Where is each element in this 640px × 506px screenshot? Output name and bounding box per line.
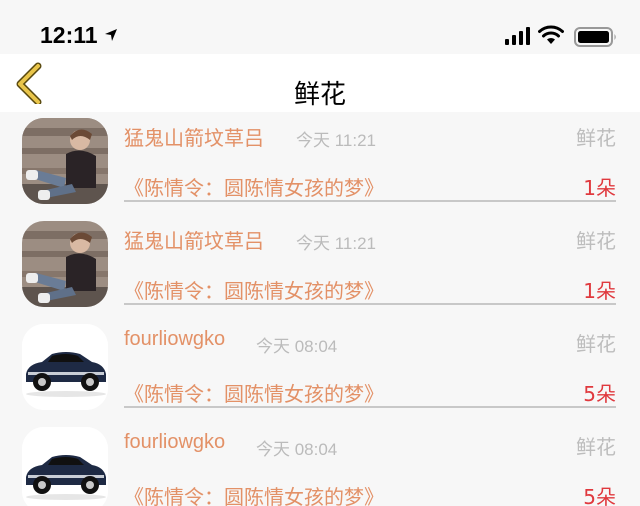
send-time: 今天 11:21 bbox=[296, 131, 377, 150]
person-photo bbox=[22, 221, 108, 307]
avatar[interactable] bbox=[22, 427, 108, 506]
list-item[interactable]: fourliowgko 今天 08:04 鲜花 《陈情令：圆陈情女孩的梦》 5朵 bbox=[0, 318, 640, 421]
send-time: 今天 11:21 bbox=[296, 234, 377, 253]
wifi-icon bbox=[538, 25, 564, 44]
avatar[interactable] bbox=[22, 221, 108, 307]
flower-count: 1朵 bbox=[583, 176, 616, 200]
gift-type: 鲜花 bbox=[576, 126, 616, 150]
row-divider bbox=[124, 200, 616, 202]
gift-type: 鲜花 bbox=[576, 332, 616, 356]
row-divider bbox=[124, 406, 616, 408]
person-photo bbox=[22, 118, 108, 204]
avatar[interactable] bbox=[22, 118, 108, 204]
page-title: 鲜花 bbox=[293, 80, 346, 110]
sender-name[interactable]: fourliowgko bbox=[124, 328, 225, 351]
location-arrow-icon bbox=[105, 29, 117, 41]
book-title[interactable]: 《陈情令：圆陈情女孩的梦》 bbox=[124, 172, 384, 201]
flower-count: 5朵 bbox=[583, 382, 616, 406]
send-time: 今天 08:04 bbox=[256, 440, 338, 459]
gift-type: 鲜花 bbox=[576, 435, 616, 459]
status-time: 12:11 bbox=[40, 22, 98, 48]
sender-name[interactable]: fourliowgko bbox=[124, 431, 225, 454]
list-item[interactable]: 猛鬼山箭坟草吕 今天 11:21 鲜花 《陈情令：圆陈情女孩的梦》 1朵 bbox=[0, 112, 640, 215]
row-divider bbox=[124, 303, 616, 305]
sender-name[interactable]: 猛鬼山箭坟草吕 bbox=[124, 225, 264, 254]
list-item[interactable]: fourliowgko 今天 08:04 鲜花 《陈情令：圆陈情女孩的梦》 5朵 bbox=[0, 421, 640, 506]
book-title[interactable]: 《陈情令：圆陈情女孩的梦》 bbox=[124, 481, 384, 506]
flower-count: 5朵 bbox=[583, 485, 616, 506]
avatar[interactable] bbox=[22, 324, 108, 410]
list-item[interactable]: 猛鬼山箭坟草吕 今天 11:21 鲜花 《陈情令：圆陈情女孩的梦》 1朵 bbox=[0, 215, 640, 318]
flower-record-list: 猛鬼山箭坟草吕 今天 11:21 鲜花 《陈情令：圆陈情女孩的梦》 1朵 猛鬼山… bbox=[0, 112, 640, 506]
car-photo bbox=[22, 324, 108, 410]
battery-icon bbox=[574, 27, 616, 47]
sender-name[interactable]: 猛鬼山箭坟草吕 bbox=[124, 122, 264, 151]
cellular-signal-icon bbox=[505, 27, 530, 45]
gift-type: 鲜花 bbox=[576, 229, 616, 253]
car-photo bbox=[22, 427, 108, 506]
status-bar: 12:11 bbox=[0, 0, 640, 54]
navigation-bar: 鲜花 bbox=[0, 54, 640, 112]
book-title[interactable]: 《陈情令：圆陈情女孩的梦》 bbox=[124, 378, 384, 407]
flower-count: 1朵 bbox=[583, 279, 616, 303]
send-time: 今天 08:04 bbox=[256, 337, 338, 356]
book-title[interactable]: 《陈情令：圆陈情女孩的梦》 bbox=[124, 275, 384, 304]
